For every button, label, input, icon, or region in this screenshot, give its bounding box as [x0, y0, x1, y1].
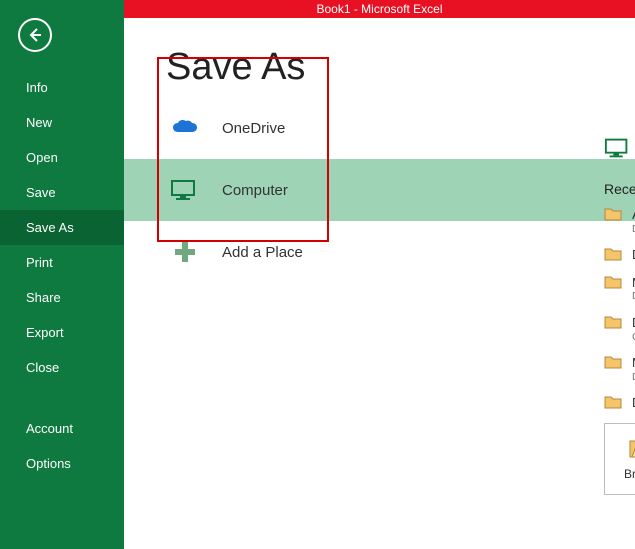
sidebar-item-save-as[interactable]: Save As — [0, 210, 124, 245]
right-header: Computer — [604, 136, 635, 159]
location-label: OneDrive — [222, 120, 285, 137]
sidebar: Info New Open Save Save As Print Share E… — [0, 0, 124, 549]
onedrive-icon — [170, 113, 200, 143]
recent-folders-label: Recent Folders — [604, 181, 635, 197]
folder-icon — [604, 207, 622, 221]
recent-folder[interactable]: March 2021Desktop » Akash » Marc — [604, 355, 635, 383]
location-onedrive[interactable]: OneDrive — [124, 97, 635, 159]
folder-icon — [604, 275, 622, 289]
location-label: Add a Place — [222, 244, 303, 261]
location-label: Computer — [222, 182, 288, 199]
folder-icon — [604, 395, 622, 409]
sidebar-item-new[interactable]: New — [0, 105, 124, 140]
browse-label: Browse — [624, 467, 635, 481]
recent-folder[interactable]: Desktop — [604, 395, 635, 411]
page-title: Save As — [124, 18, 635, 97]
location-computer[interactable]: Computer — [124, 159, 635, 221]
right-column: Computer Recent Folders April 2021Deskto… — [604, 136, 635, 495]
sidebar-item-export[interactable]: Export — [0, 315, 124, 350]
recent-folder[interactable]: April 2021Desktop » Akash » April — [604, 207, 635, 235]
browse-button[interactable]: Browse — [604, 423, 635, 495]
sidebar-item-print[interactable]: Print — [0, 245, 124, 280]
sidebar-item-options[interactable]: Options — [0, 446, 124, 481]
sidebar-item-info[interactable]: Info — [0, 70, 124, 105]
folder-icon — [604, 315, 622, 329]
sidebar-item-open[interactable]: Open — [0, 140, 124, 175]
recent-folder[interactable]: DownloadsC: » Users » javaTpoint » — [604, 315, 635, 343]
titlebar: Book1 - Microsoft Excel — [124, 0, 635, 18]
sidebar-item-account[interactable]: Account — [0, 411, 124, 446]
location-add-place[interactable]: Add a Place — [124, 221, 635, 283]
sidebar-item-save[interactable]: Save — [0, 175, 124, 210]
plus-icon — [170, 237, 200, 267]
sidebar-item-close[interactable]: Close — [0, 350, 124, 385]
computer-icon — [170, 175, 200, 205]
recent-folder[interactable]: Monthly ReportDesktop » Akash » Marc — [604, 275, 635, 303]
main-panel: Save As OneDrive Computer Add a Place Co… — [124, 18, 635, 549]
recent-folder[interactable]: Documents — [604, 247, 635, 263]
back-arrow-icon — [26, 26, 44, 44]
sidebar-item-share[interactable]: Share — [0, 280, 124, 315]
folder-open-icon — [628, 437, 635, 459]
back-button[interactable] — [18, 18, 52, 52]
computer-icon — [604, 137, 632, 159]
folder-icon — [604, 247, 622, 261]
folder-icon — [604, 355, 622, 369]
